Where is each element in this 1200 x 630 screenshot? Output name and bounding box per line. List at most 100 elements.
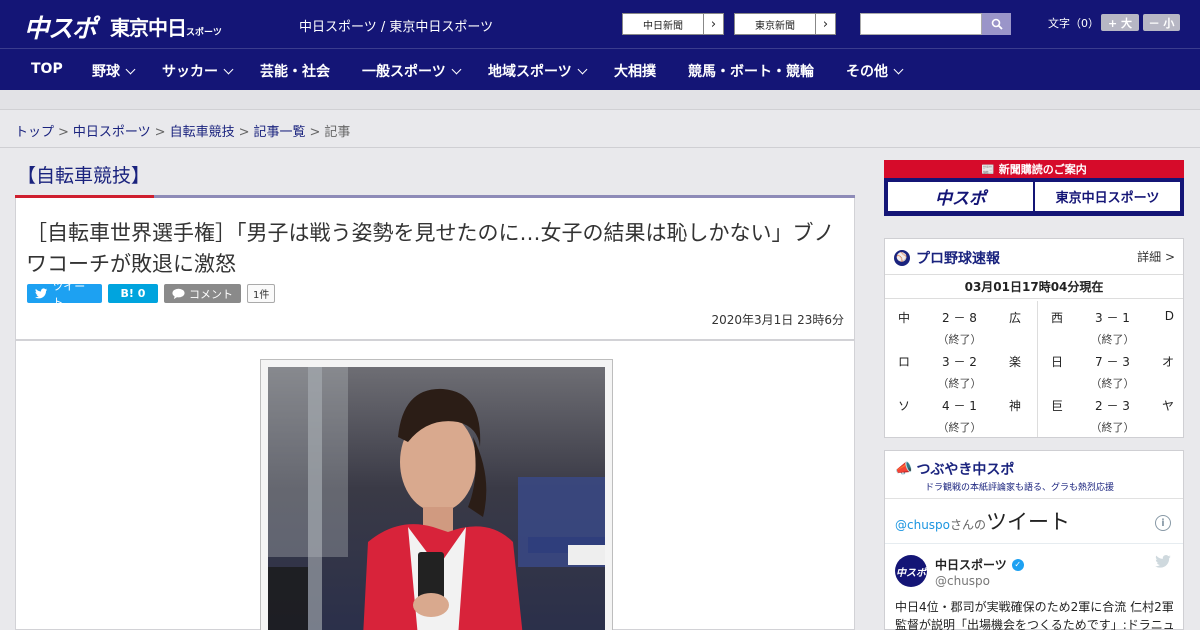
breadcrumb: トップ > 中日スポーツ > 自転車競技 > 記事一覧 > 記事 [15,121,350,140]
tweet-text[interactable]: 中日4位・郡司が実戦確保のため2軍に合流 仁村2軍 監督が説明「出場機会をつくる… [895,598,1177,630]
breadcrumb-article-list[interactable]: 記事一覧 [254,125,306,140]
megaphone-icon: 📣 [895,461,913,477]
tokyo-logo-main: 東京中日 [110,16,187,40]
nav-item-general-sports[interactable]: 一般スポーツ [362,61,462,81]
tweet-author-handle[interactable]: @chuspo [935,574,990,588]
tweet-button[interactable]: ツイート [27,280,102,309]
baseball-title-text: プロ野球速報 [916,251,1000,267]
twitter-widget-title-text: つぶやき中スポ [916,462,1015,478]
subscription-label: 📰 新聞購読のご案内 [884,161,1184,177]
chunichi-shimbun-button[interactable]: 中日新聞 › [622,13,724,35]
tokyo-shimbun-button[interactable]: 東京新聞 › [734,13,836,35]
newspaper-icon: 📰 [981,163,995,176]
nav-item-entertainment[interactable]: 芸能・社会 [260,61,330,81]
breadcrumb-separator: > [154,125,166,140]
breadcrumb-current: 記事 [324,125,351,140]
tweet-text-line: 中日4位・郡司が実戦確保のため2軍に合流 仁村2軍 [895,600,1174,614]
away-team: 神 [1008,399,1021,413]
nav-item-baseball[interactable]: 野球 [92,61,136,81]
baseball-game[interactable]: ソ 4 － 1 神 （終了） [885,389,1034,434]
subscription-text: 新聞購読のご案内 [998,163,1087,176]
chevron-down-icon [223,64,234,75]
breadcrumb-bar: トップ > 中日スポーツ > 自転車競技 > 記事一覧 > 記事 [0,110,1200,148]
twitter-widget: 📣 つぶやき中スポ ドラ観戦の本紙評論家も語る、グラも熱烈応援 @chuspoさ… [884,450,1184,630]
tweet-label: ツイート [52,279,86,309]
game-status: （終了） [1090,421,1135,434]
hatena-bookmark-button[interactable]: B! 0 [108,284,158,303]
timeline-header: @chuspoさんのツイート [895,506,1070,536]
nav-label: 野球 [92,64,120,80]
article-photo-area [15,340,855,630]
baseball-game[interactable]: 巨 2 － 3 ヤ （終了） [1038,389,1187,434]
font-larger-button[interactable]: + 大 [1101,14,1139,31]
speech-bubble-icon [172,288,185,299]
twitter-widget-title: 📣 つぶやき中スポ [895,459,1014,479]
article-photo-frame[interactable] [260,359,613,630]
search-icon [991,18,1003,30]
baseball-game[interactable]: 日 7 － 3 オ （終了） [1038,345,1187,390]
chevron-down-icon [451,64,462,75]
nav-label: サッカー [162,64,218,80]
breadcrumb-separator: > [238,125,250,140]
chuspo-logo[interactable]: 中スポ [24,9,97,45]
baseball-scores-widget: ⚾ プロ野球速報 詳細 > 03月01日17時04分現在 中 2 － 8 広 （… [884,238,1184,438]
ad-strip [0,90,1200,110]
breadcrumb-cycling[interactable]: 自転車競技 [170,125,235,140]
nav-label: TOP [31,61,63,77]
twitter-bird-icon[interactable] [1155,555,1171,568]
chevron-right-icon: › [815,14,835,34]
timeline-handle[interactable]: @chuspo [895,518,950,532]
baseball-game[interactable]: ロ 3 － 2 楽 （終了） [885,345,1034,390]
article-photo [268,367,605,630]
article-date: 2020年3月1日 23時6分 [711,313,844,327]
baseball-detail-link[interactable]: 詳細 > [1137,248,1175,265]
site-names: 中日スポーツ / 東京中日スポーツ [299,20,494,35]
subscribe-tokyo-logo[interactable]: 東京中日スポーツ [1035,182,1180,211]
away-team: ヤ [1161,399,1174,413]
baseball-icon: ⚾ [894,250,910,266]
nav-item-local-sports[interactable]: 地域スポーツ [488,61,588,81]
breadcrumb-separator: > [58,125,69,140]
nav-item-top[interactable]: TOP [31,61,63,77]
nav-label: 一般スポーツ [362,64,446,80]
breadcrumb-top[interactable]: トップ [15,125,54,140]
baseball-title: ⚾ プロ野球速報 [894,248,1000,268]
subscribe-chuspo-logo[interactable]: 中スポ [888,182,1033,211]
tokyo-shimbun-label: 東京新聞 [755,20,795,32]
away-team: オ [1161,355,1174,369]
subscription-banner[interactable]: 📰 新聞購読のご案内 中スポ 東京中日スポーツ [884,160,1184,216]
tweet-author[interactable]: 中日スポーツ ✓ [935,556,1024,573]
timeline-san: さんの [950,518,987,532]
game-status: （終了） [937,421,982,434]
info-icon[interactable]: i [1155,515,1171,531]
share-buttons: ツイート B! 0 コメント 1件 [27,280,276,309]
avatar[interactable]: 中スポ [895,555,927,587]
breadcrumb-chunichi-sports[interactable]: 中日スポーツ [73,125,151,140]
away-team: 楽 [1008,355,1021,369]
comment-button[interactable]: コメント [164,284,241,303]
search-input[interactable] [860,13,982,35]
baseball-game[interactable]: 中 2 － 8 広 （終了） [885,301,1034,346]
baseball-game[interactable]: 西 3 － 1 D （終了） [1038,301,1187,346]
nav-item-sumo[interactable]: 大相撲 [614,61,656,81]
tokyo-logo-small: スポーツ [186,28,222,38]
chevron-down-icon [125,64,136,75]
nav-label: 競馬・ボート・競輪 [688,64,814,80]
nav-item-other[interactable]: その他 [846,61,904,81]
away-team: 広 [1008,311,1021,325]
article-headline: ［自転車世界選手権］「男子は戦う姿勢を見せたのに…女子の結果は恥しかない」ブノワ… [26,221,835,276]
twitter-widget-subtitle: ドラ観戦の本紙評論家も語る、グラも熱烈応援 [925,483,1115,493]
main-nav: TOP 野球 サッカー 芸能・社会 一般スポーツ 地域スポーツ 大相撲 競馬・ボ… [0,48,1200,90]
tweet-text-line: 監督が説明「出場機会をつくるためです」:ドラニュ [895,618,1175,630]
nav-item-keiba[interactable]: 競馬・ボート・競輪 [688,61,814,81]
nav-label: その他 [846,64,888,80]
tokyo-chunichi-logo[interactable]: 東京中日スポーツ [110,12,222,41]
nav-label: 芸能・社会 [260,64,330,80]
nav-item-soccer[interactable]: サッカー [162,61,234,81]
font-smaller-button[interactable]: － 小 [1143,14,1180,31]
divider [885,543,1183,544]
chevron-down-icon [577,64,588,75]
verified-icon: ✓ [1011,558,1024,571]
search-button[interactable] [982,13,1011,35]
breadcrumb-separator: > [309,125,321,140]
